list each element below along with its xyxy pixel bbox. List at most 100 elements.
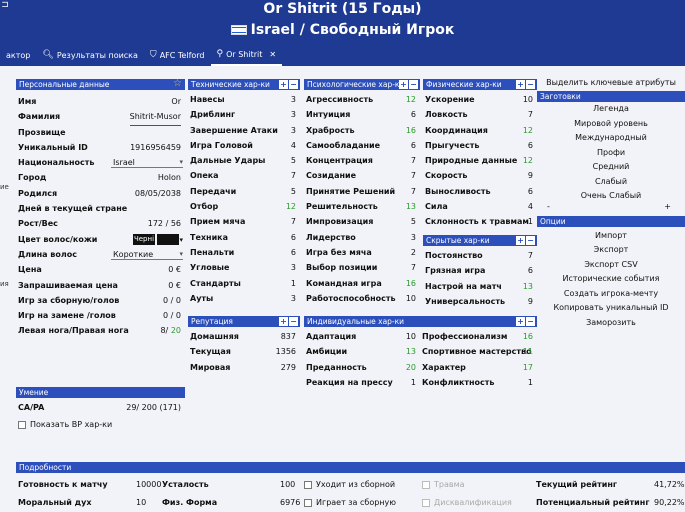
- morale-field[interactable]: 10: [136, 494, 146, 511]
- attribute-value[interactable]: 1: [528, 375, 533, 390]
- attribute-value[interactable]: 4: [291, 138, 296, 153]
- attribute-value[interactable]: 3: [291, 260, 296, 275]
- left-foot-field[interactable]: 8/: [160, 326, 168, 335]
- weight-field[interactable]: 56: [171, 219, 181, 228]
- attribute-value[interactable]: 9: [528, 168, 533, 183]
- attribute-value[interactable]: 17: [523, 360, 533, 375]
- option-item[interactable]: Импорт: [537, 229, 685, 244]
- attribute-value[interactable]: 12: [406, 92, 416, 107]
- attribute-value[interactable]: 7: [291, 214, 296, 229]
- attribute-value[interactable]: 20: [406, 360, 416, 375]
- capa-field[interactable]: 29/ 200 (171): [126, 400, 181, 415]
- collapse-button[interactable]: −: [409, 80, 418, 89]
- attribute-value[interactable]: 12: [286, 199, 296, 214]
- name-field[interactable]: Or: [171, 94, 181, 109]
- chevron-down-icon[interactable]: ▾: [179, 236, 183, 244]
- attribute-value[interactable]: 3: [291, 123, 296, 138]
- caps-field[interactable]: 0 / 0: [163, 293, 181, 308]
- plays-intl-checkbox[interactable]: [304, 498, 312, 507]
- attribute-value[interactable]: 10: [406, 329, 416, 344]
- fatigue-field[interactable]: 100: [280, 476, 295, 493]
- condition-field[interactable]: 6976: [280, 494, 300, 511]
- option-item[interactable]: Копировать уникальный ID: [537, 301, 685, 316]
- collapse-button[interactable]: −: [526, 236, 535, 245]
- preset-slider[interactable]: - +: [537, 202, 685, 214]
- attribute-value[interactable]: 1: [291, 276, 296, 291]
- collapse-button[interactable]: −: [526, 317, 535, 326]
- preset-item[interactable]: Профи: [537, 146, 685, 161]
- attribute-value[interactable]: 7: [291, 168, 296, 183]
- skin-color-select[interactable]: [157, 233, 180, 245]
- attribute-value[interactable]: 6: [411, 107, 416, 122]
- attribute-value[interactable]: 16: [406, 276, 416, 291]
- retired-intl-checkbox[interactable]: [304, 480, 312, 489]
- tab-player[interactable]: ⚲ Or Shitrit ✕: [210, 44, 283, 66]
- tab-editor[interactable]: актор: [0, 44, 36, 66]
- attribute-value[interactable]: 16: [523, 329, 533, 344]
- hair-color-select[interactable]: Черні: [132, 233, 155, 245]
- attribute-value[interactable]: 6: [291, 230, 296, 245]
- expand-button[interactable]: +: [516, 317, 525, 326]
- attribute-value[interactable]: 7: [411, 184, 416, 199]
- retired-intl-option[interactable]: Уходит из сборной: [304, 476, 395, 493]
- preset-item[interactable]: Очень Слабый: [537, 189, 685, 204]
- right-foot-field[interactable]: 20: [171, 326, 181, 335]
- attribute-value[interactable]: 4: [528, 199, 533, 214]
- wage-field[interactable]: 0 €: [168, 278, 181, 293]
- option-item[interactable]: Экспорт: [537, 243, 685, 258]
- attribute-value[interactable]: 6: [291, 245, 296, 260]
- form-field[interactable]: 10000: [136, 476, 161, 493]
- attribute-value[interactable]: 10: [523, 92, 533, 107]
- attribute-value[interactable]: 6: [411, 138, 416, 153]
- attribute-value[interactable]: 13: [523, 279, 533, 294]
- attribute-value[interactable]: 7: [528, 248, 533, 263]
- expand-button[interactable]: +: [516, 80, 525, 89]
- close-icon[interactable]: ✕: [269, 50, 276, 59]
- expand-button[interactable]: +: [279, 80, 288, 89]
- attribute-value[interactable]: 3: [291, 291, 296, 306]
- subcaps-field[interactable]: 0 / 0: [163, 308, 181, 323]
- attribute-value[interactable]: 2: [411, 245, 416, 260]
- hairlen-select[interactable]: Короткие: [111, 249, 183, 260]
- attribute-value[interactable]: 3: [411, 230, 416, 245]
- attribute-value[interactable]: 7: [528, 107, 533, 122]
- attribute-value[interactable]: 5: [291, 153, 296, 168]
- preset-item[interactable]: Средний: [537, 160, 685, 175]
- price-field[interactable]: 0 €: [168, 262, 181, 277]
- star-icon[interactable]: ☆: [173, 78, 182, 89]
- slider-plus[interactable]: +: [664, 202, 671, 211]
- attribute-value[interactable]: 5: [291, 184, 296, 199]
- preset-item[interactable]: Международный: [537, 131, 685, 146]
- tab-search-results[interactable]: 🔍︎ Результаты поиска: [36, 44, 144, 66]
- preset-item[interactable]: Мировой уровень: [537, 117, 685, 132]
- attribute-value[interactable]: 12: [523, 153, 533, 168]
- collapse-button[interactable]: −: [289, 80, 298, 89]
- attribute-value[interactable]: 7: [411, 168, 416, 183]
- attribute-value[interactable]: 3: [291, 92, 296, 107]
- surname-field[interactable]: Shitrit-Musor: [129, 109, 181, 126]
- show-pa-checkbox[interactable]: [18, 420, 26, 429]
- attribute-value[interactable]: 837: [281, 329, 296, 344]
- collapse-button[interactable]: −: [289, 317, 298, 326]
- height-field[interactable]: 172: [148, 219, 163, 228]
- attribute-value[interactable]: 11: [523, 344, 533, 359]
- preset-item[interactable]: Слабый: [537, 175, 685, 190]
- attribute-value[interactable]: 5: [411, 214, 416, 229]
- uid-field[interactable]: 1916956459: [130, 140, 181, 155]
- tab-club[interactable]: ⛉ AFC Telford: [144, 44, 211, 66]
- option-item[interactable]: Экспорт CSV: [537, 258, 685, 273]
- attribute-value[interactable]: 16: [406, 123, 416, 138]
- highlight-key-attributes-button[interactable]: Выделить ключевые атрибуты: [537, 75, 685, 91]
- plays-intl-option[interactable]: Играет за сборную: [304, 494, 396, 511]
- attribute-value[interactable]: 7: [411, 153, 416, 168]
- expand-button[interactable]: +: [279, 317, 288, 326]
- expand-button[interactable]: +: [516, 236, 525, 245]
- attribute-value[interactable]: 7: [411, 260, 416, 275]
- attribute-value[interactable]: 10: [406, 291, 416, 306]
- attribute-value[interactable]: 13: [406, 199, 416, 214]
- attribute-value[interactable]: 6: [528, 263, 533, 278]
- attribute-value[interactable]: 1: [411, 375, 416, 390]
- option-item[interactable]: Заморозить: [537, 316, 685, 331]
- nation-select[interactable]: Israel: [111, 157, 183, 169]
- collapse-button[interactable]: −: [526, 80, 535, 89]
